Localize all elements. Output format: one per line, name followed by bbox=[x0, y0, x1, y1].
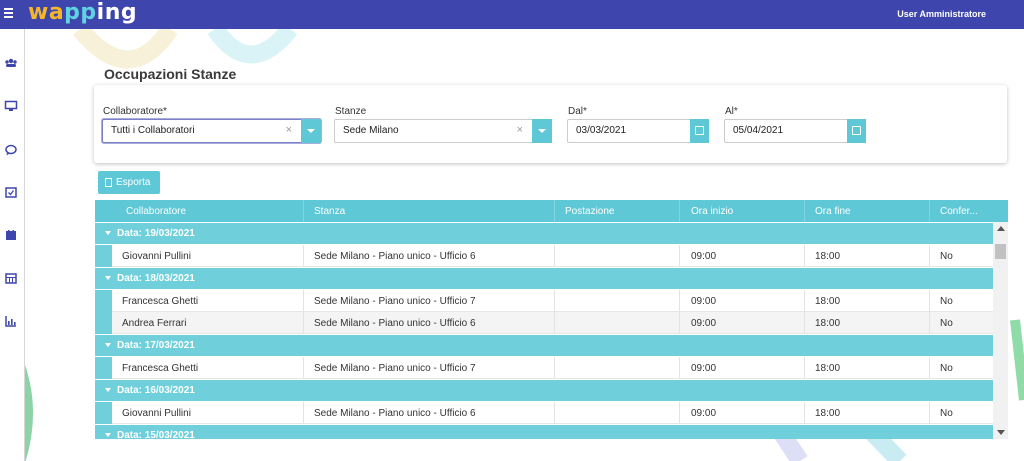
cell-conferma: No bbox=[940, 408, 953, 419]
scroll-down-icon[interactable] bbox=[997, 430, 1005, 435]
cell-collaboratore: Francesca Ghetti bbox=[122, 363, 199, 374]
column-header-ora-fine[interactable]: Ora fine bbox=[815, 206, 851, 217]
calendar-grid-icon[interactable] bbox=[4, 271, 18, 285]
dal-date-field[interactable]: 03/03/2021 bbox=[567, 119, 709, 143]
cell-ora-fine: 18:00 bbox=[815, 318, 841, 329]
collapse-arrow-icon[interactable] bbox=[105, 343, 111, 347]
clear-icon[interactable]: × bbox=[286, 124, 292, 136]
group-row[interactable]: Data: 17/03/2021 bbox=[95, 335, 993, 356]
cell-stanza: Sede Milano - Piano unico - Ufficio 6 bbox=[314, 408, 476, 419]
calendar-icon[interactable] bbox=[847, 119, 866, 143]
table-row[interactable]: Francesca Ghetti Sede Milano - Piano unic… bbox=[95, 290, 993, 312]
table-row[interactable]: Giovanni Pullini Sede Milano - Piano unic… bbox=[95, 245, 993, 267]
cell-collaboratore: Andrea Ferrari bbox=[122, 318, 187, 329]
collapse-arrow-icon[interactable] bbox=[105, 231, 111, 235]
collaboratore-select[interactable]: Tutti i Collaboratori × bbox=[102, 119, 321, 143]
vertical-scrollbar[interactable] bbox=[993, 222, 1008, 439]
collapse-arrow-icon[interactable] bbox=[105, 433, 111, 437]
column-header-collaboratore[interactable]: Collaboratore bbox=[126, 206, 186, 217]
al-label: Al* bbox=[725, 106, 738, 117]
stanze-value: Sede Milano bbox=[343, 125, 399, 136]
group-label: Data: 15/03/2021 bbox=[117, 430, 195, 439]
users-icon[interactable] bbox=[4, 56, 18, 70]
cell-ora-fine: 18:00 bbox=[815, 296, 841, 307]
table-row[interactable]: Andrea Ferrari Sede Milano - Piano unico … bbox=[95, 312, 993, 334]
excel-icon bbox=[105, 178, 112, 187]
stanze-label: Stanze bbox=[335, 106, 367, 117]
group-row[interactable]: Data: 15/03/2021 bbox=[95, 425, 993, 439]
table-row[interactable]: Giovanni Pullini Sede Milano - Piano unic… bbox=[95, 402, 993, 424]
user-name[interactable]: User Amministratore bbox=[897, 9, 986, 19]
group-row[interactable]: Data: 18/03/2021 bbox=[95, 268, 993, 289]
calendar-icon[interactable] bbox=[4, 228, 18, 242]
group-label: Data: 17/03/2021 bbox=[117, 340, 195, 351]
collapse-arrow-icon[interactable] bbox=[105, 388, 111, 392]
cell-conferma: No bbox=[940, 318, 953, 329]
column-header-postazione[interactable]: Postazione bbox=[565, 206, 614, 217]
al-value: 05/04/2021 bbox=[733, 125, 784, 136]
collapse-arrow-icon[interactable] bbox=[105, 276, 111, 280]
calendar-check-icon[interactable] bbox=[4, 185, 18, 199]
top-bar: wapping User Amministratore bbox=[0, 0, 1024, 29]
cell-stanza: Sede Milano - Piano unico - Ufficio 6 bbox=[314, 251, 476, 262]
cell-stanza: Sede Milano - Piano unico - Ufficio 7 bbox=[314, 363, 476, 374]
group-row[interactable]: Data: 16/03/2021 bbox=[95, 380, 993, 401]
monitor-icon[interactable] bbox=[4, 99, 18, 113]
filter-panel: Collaboratore* Tutti i Collaboratori × S… bbox=[94, 85, 1007, 163]
cell-ora-fine: 18:00 bbox=[815, 251, 841, 262]
cell-ora-fine: 18:00 bbox=[815, 363, 841, 374]
cell-collaboratore: Francesca Ghetti bbox=[122, 296, 199, 307]
cell-conferma: No bbox=[940, 251, 953, 262]
cell-stanza: Sede Milano - Piano unico - Ufficio 7 bbox=[314, 296, 476, 307]
column-header-ora-inizio[interactable]: Ora inizio bbox=[691, 206, 733, 217]
cell-ora-inizio: 09:00 bbox=[691, 318, 717, 329]
cell-conferma: No bbox=[940, 363, 953, 374]
stanze-select[interactable]: Sede Milano × bbox=[334, 119, 552, 143]
table-row[interactable]: Francesca Ghetti Sede Milano - Piano unic… bbox=[95, 357, 993, 379]
dal-value: 03/03/2021 bbox=[576, 125, 627, 136]
cell-collaboratore: Giovanni Pullini bbox=[122, 408, 191, 419]
data-grid: Collaboratore Stanza Postazione Ora iniz… bbox=[95, 200, 1008, 439]
cell-ora-inizio: 09:00 bbox=[691, 363, 717, 374]
cell-collaboratore: Giovanni Pullini bbox=[122, 251, 191, 262]
scroll-up-icon[interactable] bbox=[997, 226, 1005, 231]
calendar-icon[interactable] bbox=[690, 119, 709, 143]
cell-ora-inizio: 09:00 bbox=[691, 296, 717, 307]
group-label: Data: 18/03/2021 bbox=[117, 273, 195, 284]
al-date-field[interactable]: 05/04/2021 bbox=[724, 119, 866, 143]
chevron-down-icon[interactable] bbox=[532, 119, 552, 143]
page-title: Occupazioni Stanze bbox=[104, 66, 237, 82]
cell-ora-inizio: 09:00 bbox=[691, 251, 717, 262]
export-label: Esporta bbox=[116, 177, 151, 188]
logo[interactable]: wapping bbox=[28, 0, 137, 25]
collaboratore-label: Collaboratore* bbox=[103, 106, 167, 117]
column-header-stanza[interactable]: Stanza bbox=[314, 206, 345, 217]
column-header-conferma[interactable]: Confer... bbox=[940, 206, 978, 217]
collaboratore-value: Tutti i Collaboratori bbox=[111, 125, 195, 136]
clear-icon[interactable]: × bbox=[517, 124, 523, 136]
group-label: Data: 19/03/2021 bbox=[117, 228, 195, 239]
export-button[interactable]: Esporta bbox=[98, 171, 160, 194]
chat-icon[interactable] bbox=[4, 143, 18, 157]
chart-icon[interactable] bbox=[4, 314, 18, 328]
group-row[interactable]: Data: 19/03/2021 bbox=[95, 223, 993, 244]
chevron-down-icon[interactable] bbox=[301, 119, 321, 143]
dal-label: Dal* bbox=[568, 106, 587, 117]
grid-header: Collaboratore Stanza Postazione Ora iniz… bbox=[95, 200, 1008, 222]
scroll-thumb[interactable] bbox=[995, 244, 1006, 259]
menu-icon[interactable] bbox=[4, 6, 15, 20]
cell-ora-inizio: 09:00 bbox=[691, 408, 717, 419]
cell-ora-fine: 18:00 bbox=[815, 408, 841, 419]
sidebar bbox=[0, 29, 25, 461]
cell-conferma: No bbox=[940, 296, 953, 307]
cell-stanza: Sede Milano - Piano unico - Ufficio 6 bbox=[314, 318, 476, 329]
group-label: Data: 16/03/2021 bbox=[117, 385, 195, 396]
